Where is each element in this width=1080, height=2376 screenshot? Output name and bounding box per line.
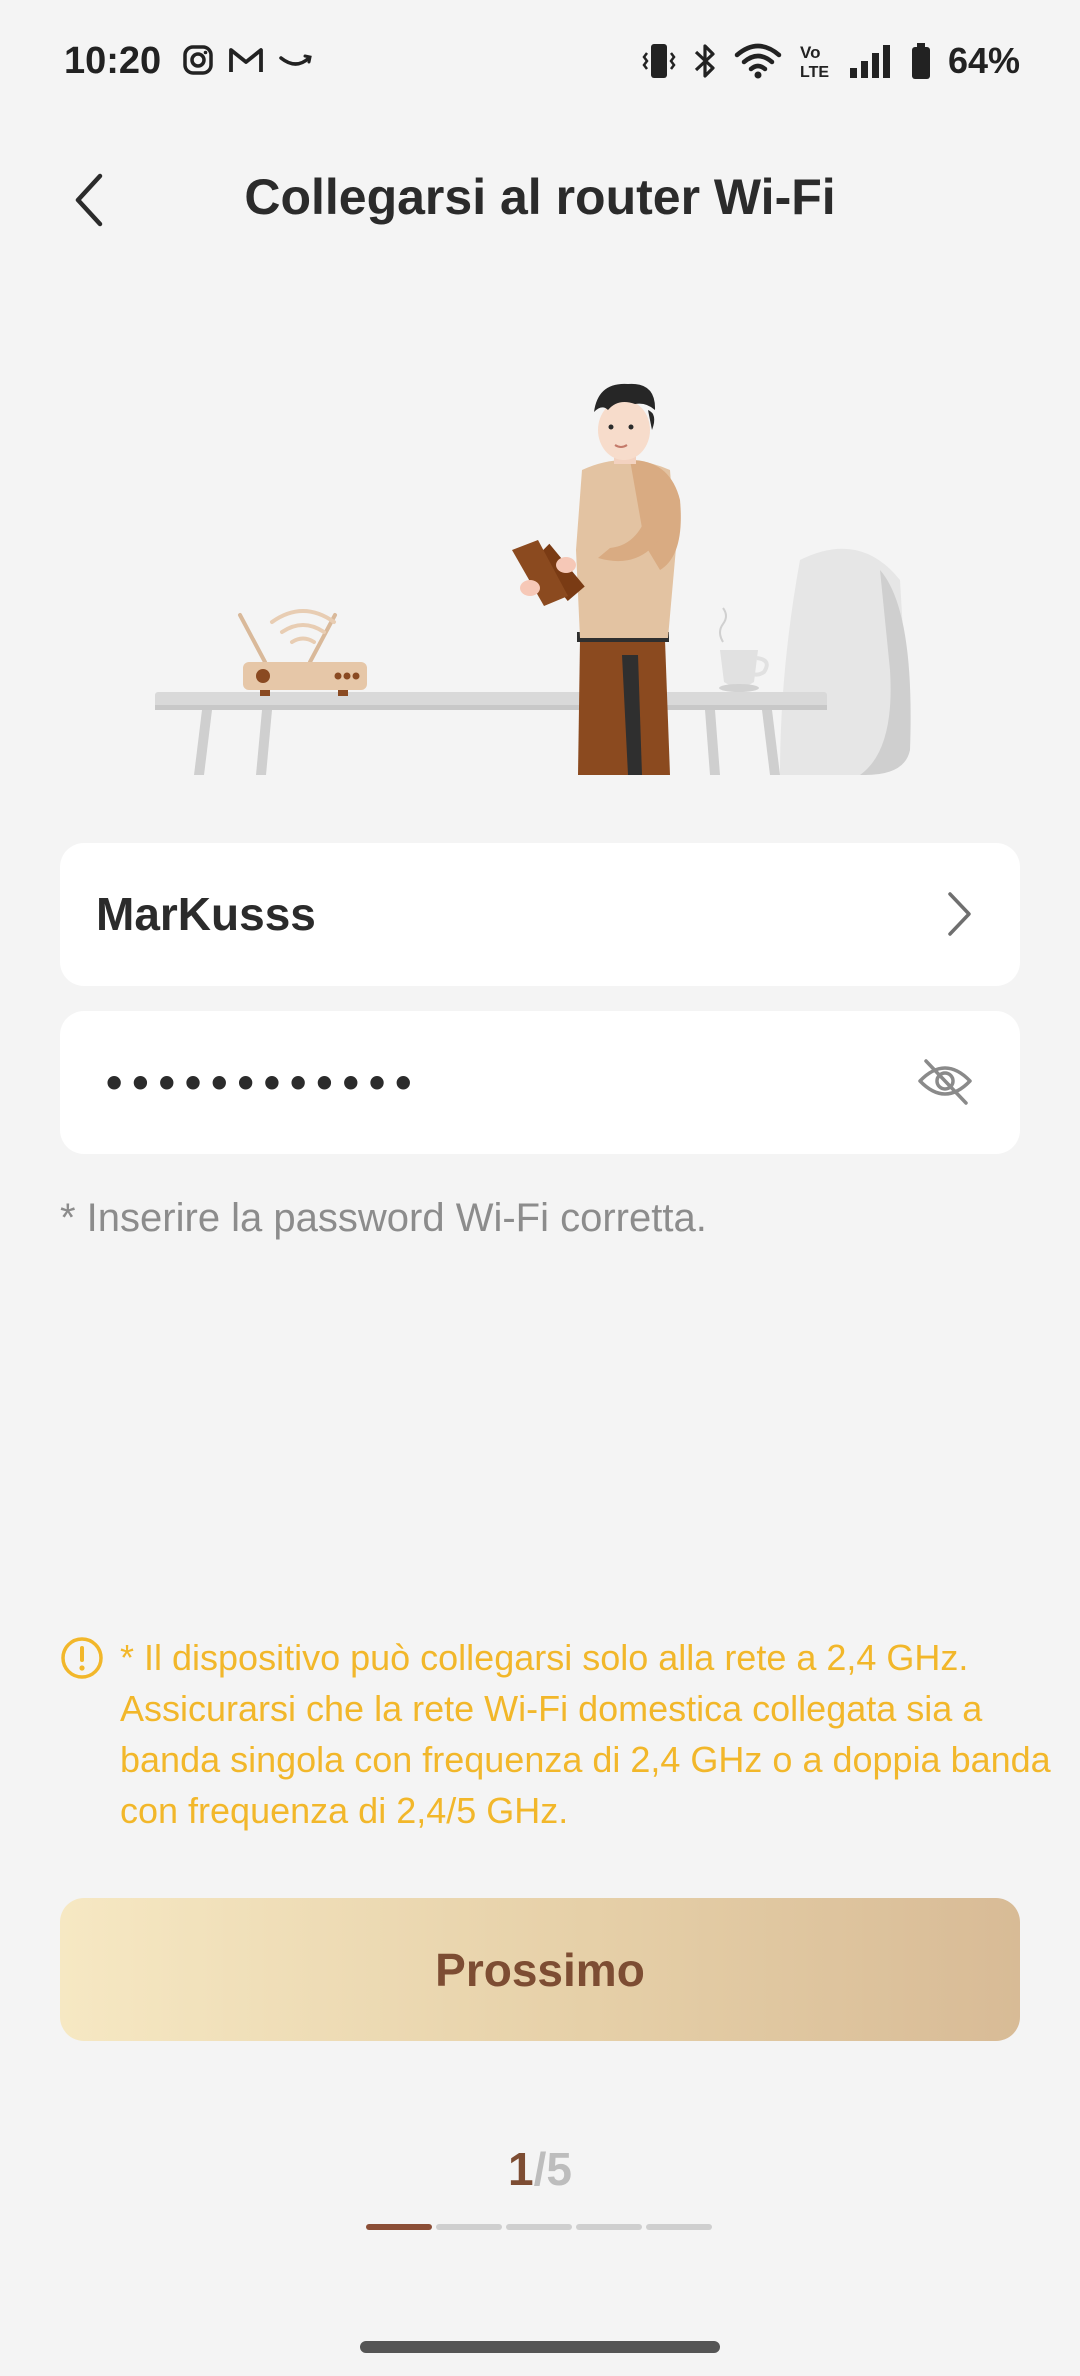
router-graphic xyxy=(238,609,367,696)
battery-percent: 64% xyxy=(947,40,1020,81)
next-button[interactable]: Prossimo xyxy=(60,1898,1020,2041)
gmail-icon xyxy=(229,48,263,72)
step-segment xyxy=(506,2224,572,2230)
warning-text: * Il dispositivo può collegarsi solo all… xyxy=(120,1637,1051,1831)
system-icons: Vo LTE 64% xyxy=(642,40,1020,82)
eye-off-icon xyxy=(918,1059,972,1105)
table-top-edge xyxy=(155,705,827,710)
svg-text:LTE: LTE xyxy=(800,64,829,81)
wifi-icon xyxy=(734,43,782,79)
coffee-cup xyxy=(719,607,769,692)
step-segment xyxy=(646,2224,712,2230)
status-time: 10:20 xyxy=(64,40,162,82)
next-button-label: Prossimo xyxy=(435,1943,645,1996)
vibrate-icon xyxy=(642,44,676,78)
step-segment xyxy=(366,2224,432,2230)
status-bar: 10:20 Vo LTE 64% xyxy=(0,0,1080,130)
password-field-container xyxy=(60,1011,1020,1154)
chevron-right-icon xyxy=(948,892,971,936)
table-leg-3 xyxy=(705,710,720,775)
step-progress-bar xyxy=(366,2224,712,2230)
table-leg-4 xyxy=(762,710,780,775)
instagram-icon xyxy=(183,45,213,75)
toggle-password-visibility-button[interactable] xyxy=(916,1053,974,1114)
step-segment xyxy=(436,2224,502,2230)
total-steps: 5 xyxy=(546,2143,572,2195)
notification-icons xyxy=(182,44,314,76)
home-indicator[interactable] xyxy=(360,2341,720,2353)
password-hint: * Inserire la password Wi-Fi corretta. xyxy=(60,1196,707,1240)
table-leg-1 xyxy=(194,710,212,775)
step-indicator: 1/5 xyxy=(0,2142,1080,2196)
wifi-network-selector[interactable]: MarKusss xyxy=(60,843,1020,986)
svg-text:Vo: Vo xyxy=(800,43,820,62)
app-header: Collegarsi al router Wi-Fi xyxy=(0,140,1080,260)
amazon-icon xyxy=(279,54,312,66)
table-leg-2 xyxy=(256,710,272,775)
exclamation-circle-icon xyxy=(61,1637,103,1679)
router-setup-illustration xyxy=(155,383,911,775)
signal-icon xyxy=(849,45,890,78)
battery-icon xyxy=(911,43,930,79)
person-graphic xyxy=(512,383,681,775)
wifi-ssid: MarKusss xyxy=(96,888,316,940)
page-title: Collegarsi al router Wi-Fi xyxy=(244,169,836,225)
step-separator: / xyxy=(533,2143,547,2195)
bluetooth-icon xyxy=(694,44,715,78)
current-step: 1 xyxy=(508,2143,534,2195)
password-input[interactable] xyxy=(100,1041,864,1127)
volte-icon: Vo LTE xyxy=(800,43,829,81)
step-segment xyxy=(576,2224,642,2230)
